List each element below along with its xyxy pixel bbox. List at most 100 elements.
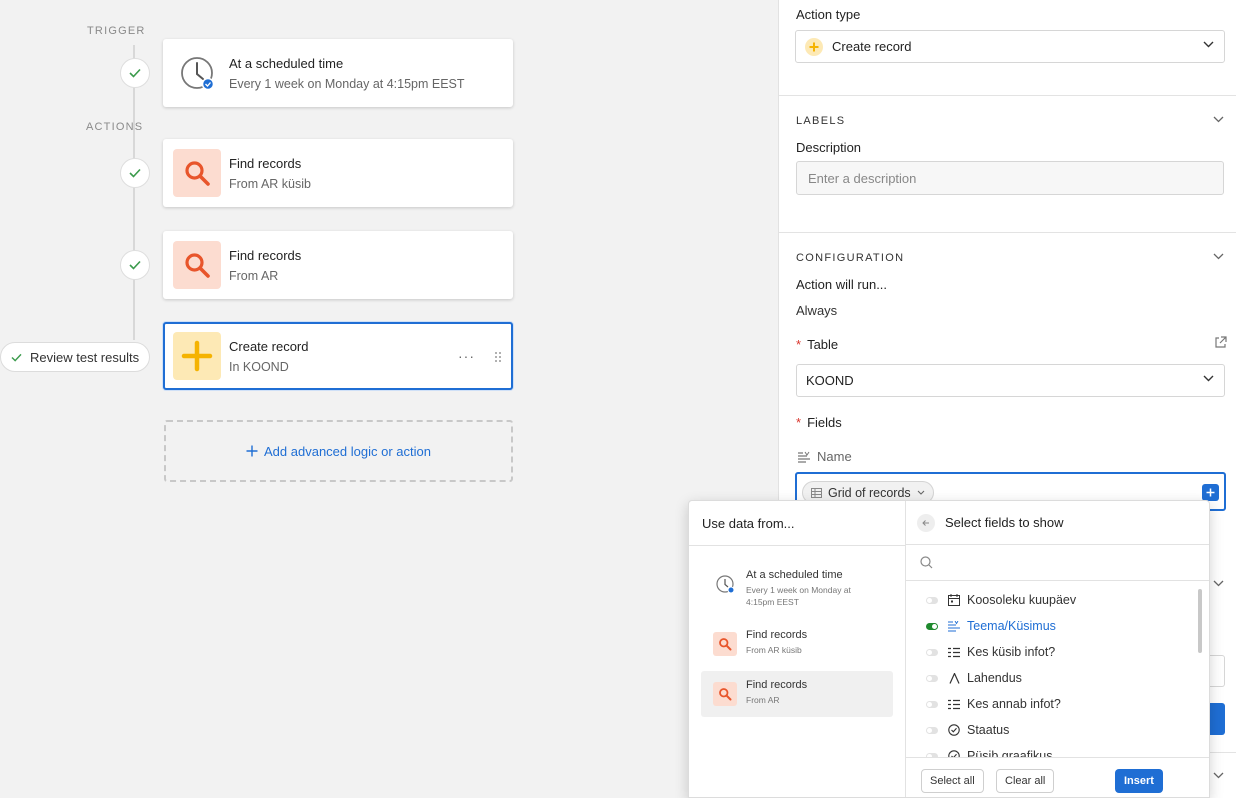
- field-selector-footer: Select all Clear all Insert: [906, 757, 1209, 797]
- trigger-section-label: TRIGGER: [87, 25, 146, 37]
- status-icon: [947, 749, 961, 757]
- select-all-button[interactable]: Select all: [921, 769, 984, 793]
- plus-icon: [173, 332, 221, 380]
- source-item-scheduled-time[interactable]: At a scheduled time Every 1 week on Mond…: [701, 561, 893, 607]
- source-item-find-records-2[interactable]: Find records From AR: [701, 671, 893, 717]
- field-label: Püsib graafikus: [967, 749, 1053, 757]
- action-will-run-label: Action will run...: [796, 277, 888, 292]
- field-toggle[interactable]: [926, 700, 938, 708]
- trigger-status-check-icon: [120, 58, 150, 88]
- action-card-title: Find records: [229, 247, 302, 263]
- add-advanced-logic-button[interactable]: Add advanced logic or action: [164, 420, 513, 482]
- chevron-down-icon: [1203, 375, 1214, 382]
- field-row-staatus[interactable]: Staatus: [926, 720, 1009, 740]
- external-link-icon[interactable]: [1214, 336, 1227, 349]
- field-label: Kes küsib infot?: [967, 645, 1056, 659]
- field-row-pusib-graafikus[interactable]: Püsib graafikus: [926, 746, 1052, 757]
- field-name-row: Name: [797, 449, 852, 464]
- field-name-label: Name: [817, 449, 852, 464]
- data-picker-popover: Use data from... At a scheduled time Eve…: [688, 500, 1210, 798]
- configuration-section-title: CONFIGURATION: [796, 252, 905, 264]
- divider: [779, 95, 1236, 96]
- action-run-condition: Always: [796, 303, 838, 318]
- action-type-select[interactable]: Create record: [795, 30, 1225, 63]
- review-test-results-label: Review test results: [30, 349, 140, 365]
- action-card-subtitle: In KOOND: [229, 359, 289, 374]
- data-source-list: Use data from... At a scheduled time Eve…: [689, 501, 906, 797]
- field-selector-header: Select fields to show: [906, 501, 1209, 545]
- action-card-title: Find records: [229, 155, 302, 171]
- source-subtitle: From AR küsib: [746, 645, 802, 655]
- insert-button[interactable]: Insert: [1115, 769, 1163, 793]
- review-test-results-button[interactable]: Review test results: [0, 342, 151, 372]
- source-title: Find records: [746, 679, 808, 691]
- add-advanced-logic-label: Add advanced logic or action: [264, 443, 431, 459]
- description-field[interactable]: Enter a description: [796, 161, 1224, 195]
- calendar-icon: [947, 593, 961, 607]
- field-row-teema-kusimus[interactable]: Teema/Küsimus: [926, 616, 1056, 636]
- required-marker: *: [796, 415, 802, 430]
- trigger-card-subtitle: Every 1 week on Monday at 4:15pm EEST: [229, 76, 465, 91]
- action-card-create-record[interactable]: Create record In KOOND ···: [163, 322, 513, 390]
- field-toggle[interactable]: [926, 726, 938, 734]
- chevron-down-icon: [917, 490, 925, 495]
- action-card-subtitle: From AR: [229, 268, 279, 283]
- search-icon: [713, 632, 737, 656]
- check-icon: [11, 353, 22, 362]
- clear-all-button[interactable]: Clear all: [996, 769, 1055, 793]
- search-icon: [713, 682, 737, 706]
- field-row-kes-annab-infot[interactable]: Kes annab infot?: [926, 694, 1061, 714]
- more-options-icon[interactable]: ···: [458, 348, 475, 364]
- action-card-subtitle: From AR küsib: [229, 176, 311, 191]
- trigger-card-title: At a scheduled time: [229, 55, 344, 71]
- divider: [689, 545, 906, 546]
- field-list: Koosoleku kuupäev Teema/Küsimus Kes küsi…: [906, 587, 1196, 757]
- text-a-icon: [947, 671, 961, 685]
- field-toggle[interactable]: [926, 674, 938, 682]
- trigger-card[interactable]: At a scheduled time Every 1 week on Mond…: [163, 39, 513, 107]
- field-label: Kes annab infot?: [967, 697, 1061, 711]
- drag-handle-icon[interactable]: [495, 350, 501, 365]
- field-row-lahendus[interactable]: Lahendus: [926, 668, 1022, 688]
- table-select[interactable]: KOOND: [796, 364, 1225, 397]
- description-label: Description: [796, 140, 862, 155]
- table-label: * Table: [796, 337, 838, 352]
- fields-label: * Fields: [796, 415, 842, 430]
- field-toggle[interactable]: [926, 622, 938, 630]
- plus-circle-icon: [805, 37, 823, 56]
- source-subtitle: Every 1 week on Monday at 4:15pm EEST: [746, 585, 851, 607]
- chevron-down-icon[interactable]: [1213, 772, 1224, 779]
- field-search-input[interactable]: [906, 545, 1209, 581]
- fields-label-text: Fields: [807, 415, 842, 430]
- field-toggle[interactable]: [926, 596, 938, 604]
- field-row-kes-kusib-infot[interactable]: Kes küsib infot?: [926, 642, 1055, 662]
- source-item-find-records-1[interactable]: Find records From AR küsib: [701, 621, 893, 667]
- source-subtitle: From AR: [746, 695, 780, 705]
- table-label-text: Table: [807, 337, 839, 352]
- use-data-from-title: Use data from...: [702, 516, 795, 531]
- action-card-find-records-1[interactable]: Find records From AR küsib: [163, 139, 513, 207]
- status-icon: [947, 723, 961, 737]
- field-toggle[interactable]: [926, 648, 938, 656]
- action-card-find-records-2[interactable]: Find records From AR: [163, 231, 513, 299]
- plus-icon: [1206, 488, 1215, 497]
- insert-data-button[interactable]: [1202, 484, 1219, 501]
- multi-select-icon: [947, 645, 961, 659]
- plus-icon: [246, 445, 258, 457]
- field-list-scrollbar[interactable]: [1198, 589, 1202, 653]
- chevron-down-icon[interactable]: [1213, 253, 1224, 260]
- field-selector: Select fields to show Koosoleku kuupäev …: [906, 501, 1209, 797]
- action-2-status-check-icon: [120, 250, 150, 280]
- action-type-value: Create record: [832, 39, 912, 54]
- field-row-koosoleku-kuupaev[interactable]: Koosoleku kuupäev: [926, 590, 1076, 610]
- action-card-title: Create record: [229, 338, 309, 354]
- field-label: Staatus: [967, 723, 1010, 737]
- chevron-down-icon[interactable]: [1213, 116, 1224, 123]
- chevron-down-icon[interactable]: [1213, 580, 1224, 587]
- action-1-status-check-icon: [120, 158, 150, 188]
- clock-icon: [713, 572, 737, 596]
- labels-section-title: LABELS: [796, 115, 846, 127]
- back-arrow-icon[interactable]: [917, 513, 935, 532]
- table-select-value: KOOND: [806, 373, 854, 388]
- search-icon: [173, 149, 221, 197]
